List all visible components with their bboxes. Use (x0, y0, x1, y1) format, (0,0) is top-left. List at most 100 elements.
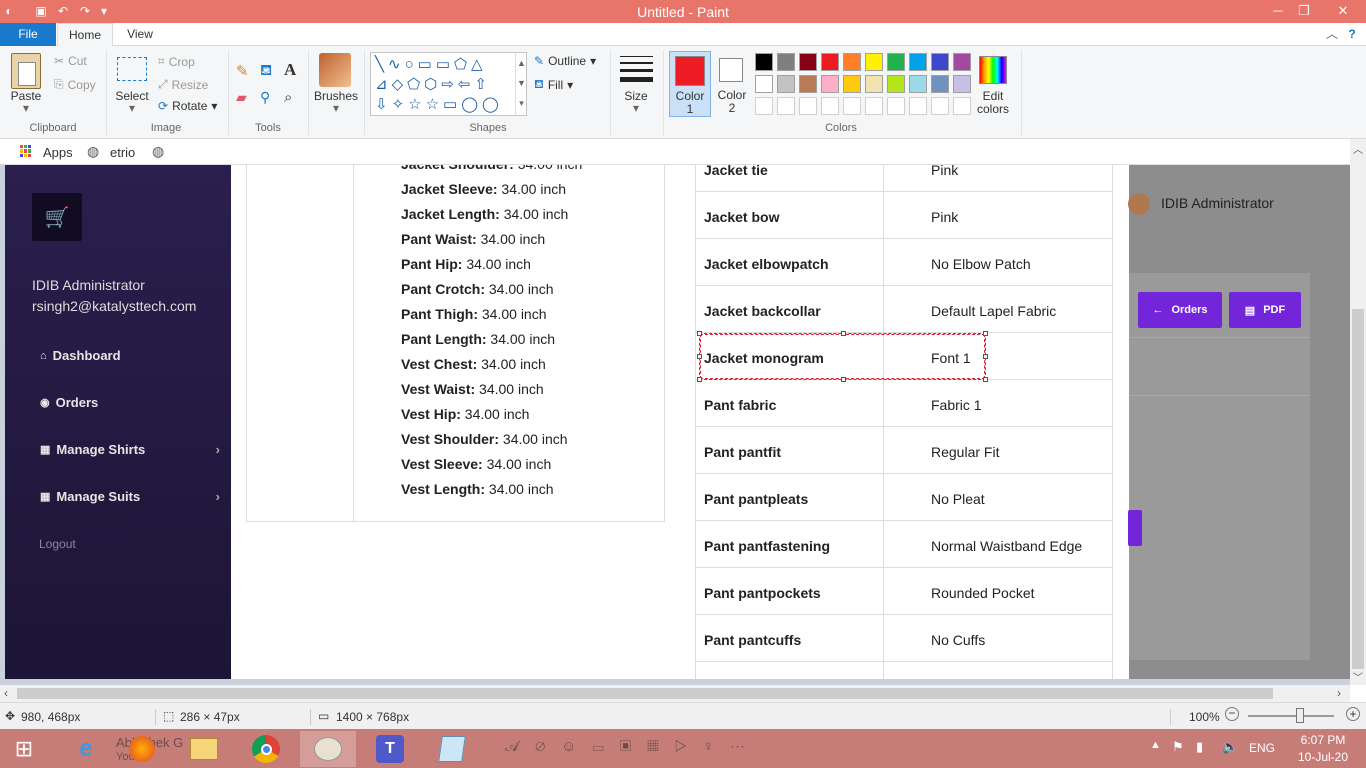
select-icon[interactable] (117, 57, 147, 81)
windows-start-icon[interactable]: ⊞ (0, 731, 48, 767)
selection-handle[interactable] (841, 331, 846, 336)
color-swatch[interactable] (777, 53, 795, 71)
color-swatch[interactable] (799, 97, 817, 115)
scroll-down-icon[interactable]: ﹀ (1353, 669, 1363, 684)
brushes-dropdown-icon[interactable]: ▾ (312, 102, 360, 115)
horizontal-scroll-thumb[interactable] (17, 688, 1273, 699)
network-icon[interactable]: ▮ (1196, 739, 1203, 755)
color-swatch[interactable] (887, 53, 905, 71)
scroll-up-icon[interactable]: ︿ (1353, 141, 1363, 156)
language-indicator[interactable]: ENG (1249, 741, 1275, 755)
paste-icon[interactable] (11, 53, 41, 89)
color-swatch[interactable] (865, 53, 883, 71)
orders-back-button[interactable]: ← Orders (1138, 292, 1222, 328)
paint-taskbar-icon[interactable] (300, 731, 356, 767)
selection-handle[interactable] (697, 331, 702, 336)
color-swatch[interactable] (799, 75, 817, 93)
avatar[interactable] (1128, 193, 1150, 215)
bookmark-etrio[interactable]: etrio (110, 145, 135, 160)
color-swatch[interactable] (777, 75, 795, 93)
firefox-icon[interactable] (114, 731, 170, 767)
chrome-icon[interactable] (238, 731, 294, 767)
color2-button[interactable]: Color 2 (713, 51, 751, 117)
color1-button[interactable]: Color 1 (669, 51, 711, 117)
crop-button[interactable]: ⌗ Crop (158, 54, 195, 69)
purple-action-button[interactable] (1128, 510, 1142, 546)
volume-icon[interactable]: 🔈 (1222, 739, 1238, 755)
header-user-name[interactable]: IDIB Administrator (1161, 195, 1274, 211)
color-swatch[interactable] (953, 53, 971, 71)
cut-button[interactable]: ✂ Cut (54, 54, 87, 68)
collapse-ribbon-icon[interactable]: ︿ (1324, 23, 1340, 46)
pencil-icon[interactable]: ✎ (236, 62, 249, 80)
color-swatch[interactable] (843, 53, 861, 71)
globe-icon[interactable]: ◍ (152, 143, 164, 160)
scroll-right-icon[interactable]: › (1337, 686, 1341, 700)
help-icon[interactable]: ? (1344, 23, 1360, 46)
size-icon[interactable] (620, 54, 653, 84)
color-swatch[interactable] (843, 97, 861, 115)
text-tool-icon[interactable]: A (284, 60, 296, 80)
show-hidden-icons[interactable]: ▲ (1150, 739, 1161, 751)
color-swatch[interactable] (909, 75, 927, 93)
rotate-button[interactable]: ⟳ Rotate ▾ (158, 99, 217, 113)
color-swatch[interactable] (909, 97, 927, 115)
color-swatch[interactable] (799, 53, 817, 71)
color-swatch[interactable] (953, 97, 971, 115)
color-swatch[interactable] (755, 97, 773, 115)
selection-handle[interactable] (697, 354, 702, 359)
selection-handle[interactable] (983, 377, 988, 382)
maximize-button[interactable]: ❐ (1282, 0, 1326, 23)
color-swatch[interactable] (887, 97, 905, 115)
paste-dropdown-icon[interactable]: ▾ (6, 102, 46, 115)
vertical-scroll-thumb[interactable] (1352, 309, 1364, 669)
color-swatch[interactable] (931, 97, 949, 115)
bookmark-apps[interactable]: Apps (43, 145, 73, 160)
shapes-gallery[interactable]: ╲∿○▭▭⬠△ ⊿◇⬠⬡⇨⇦⇧ ⇩✧☆☆▭◯◯ ▲ ▼ ▾ (370, 52, 527, 116)
copy-button[interactable]: ⎘ Copy (54, 77, 96, 92)
color-swatch[interactable] (821, 97, 839, 115)
magnifier-icon[interactable]: ⌕ (284, 89, 292, 106)
clock-time[interactable]: 6:07 PM (1290, 733, 1356, 747)
paint-selection-rect[interactable] (699, 333, 986, 380)
selection-handle[interactable] (841, 377, 846, 382)
color-swatch[interactable] (953, 75, 971, 93)
select-dropdown-icon[interactable]: ▾ (111, 102, 153, 115)
internet-explorer-icon[interactable]: e (58, 731, 114, 767)
notepad-icon[interactable] (424, 731, 480, 767)
horizontal-scrollbar[interactable]: ‹ › (0, 685, 1350, 702)
pdf-button[interactable]: ▤ PDF (1229, 292, 1301, 328)
clock-date[interactable]: 10-Jul-20 (1290, 750, 1356, 764)
resize-button[interactable]: ⤢ Resize (158, 77, 208, 92)
fill-button[interactable]: ⛾ Fill ▾ (534, 77, 573, 93)
color-swatch[interactable] (821, 53, 839, 71)
edit-colors-button[interactable]: Edit colors (970, 90, 1016, 116)
teams-icon[interactable]: T (362, 731, 418, 767)
color-swatch[interactable] (887, 75, 905, 93)
outline-button[interactable]: ✎ Outline ▾ (534, 54, 596, 68)
color-picker-icon[interactable]: ⚲ (260, 89, 270, 106)
edit-colors-icon[interactable] (979, 56, 1007, 84)
selection-handle[interactable] (697, 377, 702, 382)
file-explorer-icon[interactable] (176, 731, 232, 767)
vertical-scrollbar[interactable]: ︿ ﹀ (1350, 139, 1366, 685)
zoom-in-button[interactable]: + (1346, 707, 1360, 721)
size-dropdown-icon[interactable]: ▾ (617, 102, 655, 115)
zoom-slider-track[interactable] (1248, 715, 1334, 717)
tab-view[interactable]: View (114, 23, 166, 46)
color-swatch[interactable] (865, 75, 883, 93)
color-swatch[interactable] (843, 75, 861, 93)
zoom-slider-thumb[interactable] (1295, 708, 1304, 723)
color-swatch[interactable] (909, 53, 927, 71)
color-swatch[interactable] (821, 75, 839, 93)
color-swatch[interactable] (931, 53, 949, 71)
tab-home[interactable]: Home (57, 23, 113, 47)
brushes-icon[interactable] (319, 53, 351, 87)
color-swatch[interactable] (755, 53, 773, 71)
close-button[interactable]: ✕ (1321, 0, 1365, 23)
tab-file[interactable]: File (0, 23, 56, 46)
action-center-icon[interactable]: ⚑ (1172, 739, 1184, 755)
color-swatch[interactable] (777, 97, 795, 115)
selection-handle[interactable] (983, 354, 988, 359)
scroll-left-icon[interactable]: ‹ (4, 686, 8, 700)
